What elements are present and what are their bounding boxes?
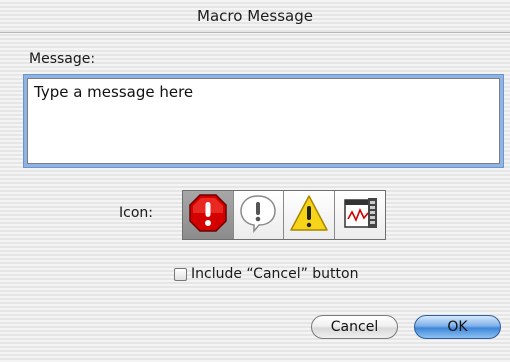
macro-message-dialog: Macro Message Message: Type a message he… — [0, 0, 510, 362]
note-icon — [237, 192, 279, 238]
include-cancel-checkbox[interactable] — [174, 267, 187, 281]
icon-label: Icon: — [119, 205, 153, 221]
icon-option-stop[interactable] — [183, 191, 234, 239]
include-cancel-option[interactable]: Include “Cancel” button — [174, 265, 358, 283]
icon-option-note[interactable] — [233, 191, 284, 239]
icon-option-caution[interactable] — [284, 191, 335, 239]
message-label: Message: — [29, 51, 96, 67]
cancel-button[interactable]: Cancel — [311, 315, 398, 339]
include-cancel-label[interactable]: Include “Cancel” button — [191, 266, 358, 282]
application-icon — [340, 193, 380, 237]
message-input[interactable]: Type a message here — [27, 78, 500, 164]
icon-option-application[interactable] — [334, 191, 385, 239]
icon-selector — [182, 190, 386, 240]
stop-icon — [188, 193, 228, 237]
title-bar[interactable]: Macro Message — [0, 0, 510, 33]
caution-icon — [289, 193, 329, 237]
ok-button[interactable]: OK — [414, 315, 501, 339]
window-title: Macro Message — [197, 7, 313, 25]
